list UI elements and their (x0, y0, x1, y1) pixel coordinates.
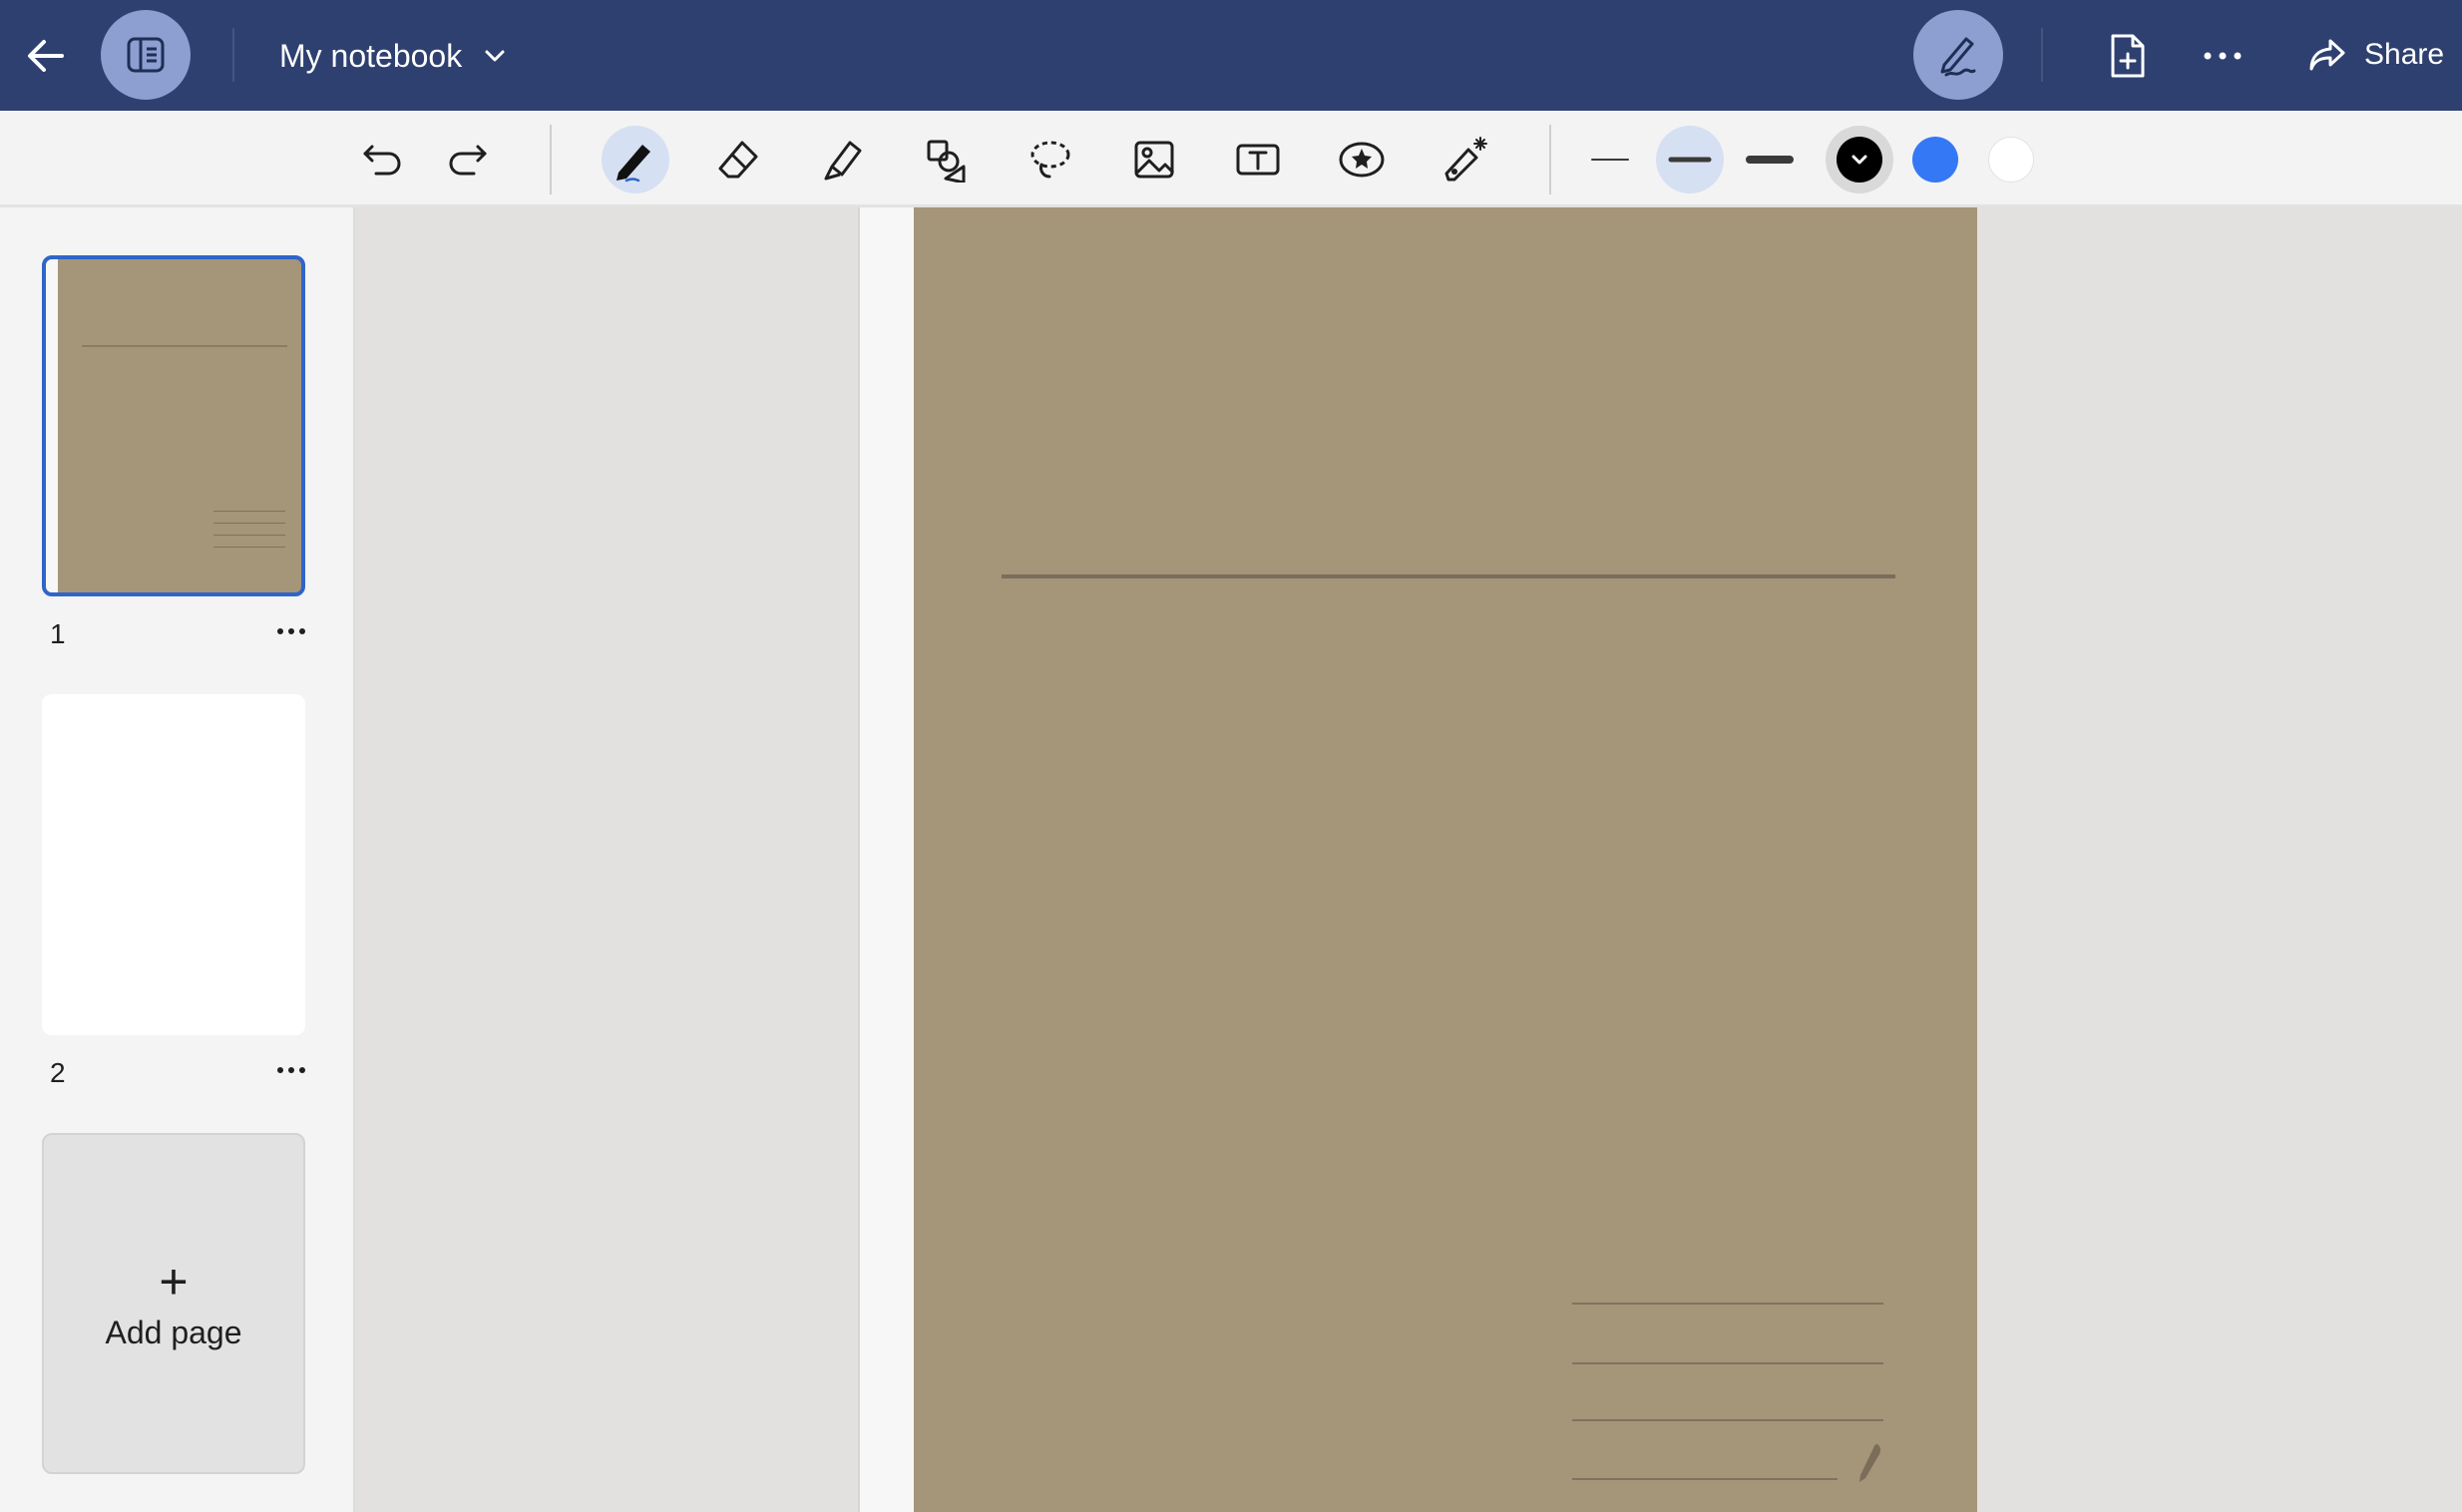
page-number: 1 (50, 618, 66, 649)
more-horizontal-icon (277, 1067, 305, 1073)
add-file-button[interactable] (2099, 26, 2155, 86)
share-label: Share (2364, 38, 2445, 71)
thickness-thick[interactable] (1736, 126, 1804, 193)
more-horizontal-icon (2204, 52, 2242, 60)
toolbar-divider (550, 125, 552, 194)
header-divider (232, 28, 234, 82)
thumbnail-rule (213, 547, 285, 548)
chevron-down-icon (485, 50, 505, 62)
back-button[interactable] (20, 30, 72, 82)
undo-icon (363, 145, 401, 176)
lasso-tool[interactable] (1017, 126, 1084, 193)
sticker-tool[interactable] (1328, 126, 1396, 193)
pen-edit-icon (1940, 37, 1976, 77)
text-tool[interactable] (1224, 126, 1292, 193)
color-blue[interactable] (1901, 126, 1969, 193)
arrow-left-icon (28, 40, 64, 72)
add-page-button[interactable]: + Add page (42, 1133, 305, 1474)
more-horizontal-icon (277, 628, 305, 634)
writing-rule (1572, 1362, 1883, 1364)
thumbnail-rule (213, 511, 285, 512)
pen-mode-button[interactable] (1913, 10, 2003, 100)
line-medium-icon (1668, 157, 1712, 163)
thumbnail-rule (213, 523, 285, 524)
writing-rule (1572, 1419, 1883, 1421)
writing-rule (1572, 1478, 1838, 1480)
magic-pen-tool[interactable] (1432, 126, 1499, 193)
lasso-icon (1030, 141, 1070, 179)
share-arrow-icon (2309, 39, 2345, 71)
color-black[interactable] (1826, 126, 1893, 193)
image-tool[interactable] (1120, 126, 1188, 193)
page-more-button[interactable] (269, 1055, 313, 1085)
plus-icon: + (159, 1253, 189, 1310)
page-more-button[interactable] (269, 616, 313, 646)
highlighter-tool[interactable] (809, 126, 877, 193)
top-bar: My notebook Share (0, 0, 2462, 111)
shapes-tool[interactable] (913, 126, 981, 193)
shapes-icon (927, 140, 966, 183)
header-divider (2041, 28, 2043, 82)
page-number: 2 (50, 1057, 66, 1088)
thumbnail-rule (213, 535, 285, 536)
notebook-canvas[interactable] (357, 207, 2462, 1512)
pen-tool[interactable] (602, 126, 669, 193)
text-box-icon (1236, 144, 1280, 176)
image-icon (1134, 141, 1175, 179)
paper-margin (858, 207, 916, 1512)
line-thick-icon (1746, 156, 1794, 164)
line-thin-icon (1591, 159, 1629, 161)
page-sidebar: 1 2 + Add page (0, 207, 355, 1512)
color-swatch (1988, 137, 2034, 183)
magic-pen-icon (1444, 137, 1487, 182)
eraser-icon (718, 141, 758, 179)
chevron-down-icon (1851, 155, 1867, 165)
notebook-page[interactable] (914, 207, 1977, 1512)
writing-rule (1572, 1303, 1883, 1305)
notebook-title-dropdown[interactable]: My notebook (279, 28, 506, 84)
thickness-thin[interactable] (1576, 126, 1644, 193)
notebook-title: My notebook (279, 37, 463, 74)
share-button[interactable]: Share (2284, 18, 2462, 92)
sidebar-toggle-button[interactable] (101, 10, 191, 100)
color-swatch (1912, 137, 1958, 183)
sticker-icon (1339, 142, 1385, 178)
pen-nib-icon (1859, 1444, 1881, 1482)
paper-margin (46, 259, 58, 592)
page-thumbnail-1[interactable] (42, 255, 305, 596)
file-plus-icon (2111, 34, 2145, 78)
sidebar-panel-icon (127, 37, 165, 73)
toolbar-divider (1549, 125, 1551, 194)
color-white[interactable] (1977, 126, 2045, 193)
thickness-medium[interactable] (1656, 126, 1724, 193)
page-thumbnail-2[interactable] (42, 694, 305, 1035)
more-options-button[interactable] (2195, 30, 2251, 82)
eraser-tool[interactable] (705, 126, 773, 193)
color-swatch (1837, 137, 1882, 183)
pen-icon (616, 145, 650, 183)
drawing-toolbar (0, 111, 2462, 206)
thumbnail-rule (82, 345, 287, 347)
title-rule (1002, 574, 1895, 578)
undo-button[interactable] (349, 126, 417, 193)
redo-icon (449, 145, 487, 176)
highlighter-icon (824, 141, 862, 181)
add-page-label: Add page (105, 1314, 242, 1350)
redo-button[interactable] (433, 126, 501, 193)
